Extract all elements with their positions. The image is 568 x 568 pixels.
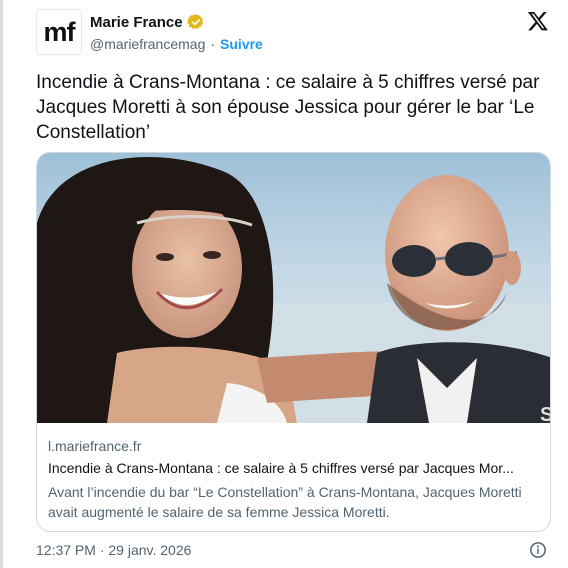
author-display-name[interactable]: Marie France	[90, 14, 183, 31]
avatar-logo-text: mf	[43, 16, 76, 47]
info-icon[interactable]	[529, 541, 547, 559]
card-description: Avant l’incendie du bar “Le Constellatio…	[48, 484, 522, 520]
card-image[interactable]: S	[37, 153, 551, 423]
tweet-text: Incendie à Crans-Montana : ce salaire à …	[36, 72, 540, 143]
verified-badge-icon	[186, 14, 203, 30]
author-handle-row: @mariefrancemag · Suivre	[90, 36, 263, 52]
follow-button[interactable]: Suivre	[220, 36, 263, 52]
separator-dot: ·	[210, 36, 216, 52]
link-preview-card[interactable]: S l.mariefrance.fr Incendie à Crans-Mont…	[36, 152, 551, 532]
card-title[interactable]: Incendie à Crans-Montana : ce salaire à …	[48, 460, 540, 476]
tweet-timestamp[interactable]: 12:37 PM · 29 janv. 2026	[36, 542, 191, 558]
left-border	[0, 0, 3, 568]
author-handle[interactable]: @mariefrancemag	[90, 36, 205, 52]
avatar[interactable]: mf	[36, 9, 82, 55]
card-image-watermark: S	[540, 404, 551, 423]
x-logo-icon[interactable]	[527, 10, 549, 32]
card-domain: l.mariefrance.fr	[48, 438, 142, 454]
author-name-row: Marie France	[90, 13, 205, 31]
